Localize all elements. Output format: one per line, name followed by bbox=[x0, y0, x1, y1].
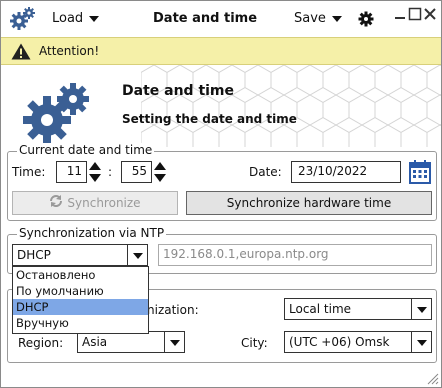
dropdown-option[interactable]: По умолчанию bbox=[13, 283, 148, 299]
window-title: Date and time bbox=[153, 11, 258, 26]
settings-gear-icon[interactable] bbox=[358, 11, 374, 30]
page-header: Date and time Setting the date and time bbox=[1, 65, 441, 147]
timezone-sync-select[interactable]: Local time bbox=[284, 298, 432, 320]
timezone-sync-label: nization: bbox=[147, 303, 199, 317]
save-menu-label: Save bbox=[294, 11, 326, 26]
time-label: Time: bbox=[12, 165, 46, 179]
attention-text: Attention! bbox=[39, 44, 100, 58]
date-field[interactable]: 23/10/2022 bbox=[291, 161, 401, 183]
ntp-mode-select[interactable]: DHCP bbox=[12, 244, 148, 266]
region-value: Asia bbox=[82, 335, 108, 349]
dropdown-option[interactable]: Остановлено bbox=[13, 267, 148, 283]
calendar-icon[interactable] bbox=[409, 160, 431, 187]
header-title: Date and time bbox=[122, 83, 235, 99]
synchronize-button[interactable]: Synchronize bbox=[12, 191, 178, 215]
region-select[interactable]: Asia bbox=[77, 331, 185, 353]
header-gears-icon bbox=[23, 82, 91, 147]
synchronize-button-label: Synchronize bbox=[67, 196, 141, 210]
ntp-mode-value: DHCP bbox=[17, 248, 51, 262]
hours-spinner[interactable] bbox=[88, 161, 102, 183]
chevron-down-icon bbox=[164, 332, 184, 352]
refresh-icon bbox=[49, 193, 63, 215]
load-menu-label: Load bbox=[52, 11, 84, 26]
chevron-down-icon bbox=[89, 15, 100, 22]
spinner-arrows-icon bbox=[154, 162, 166, 182]
chevron-down-icon bbox=[331, 15, 342, 22]
timezone-sync-value: Local time bbox=[289, 302, 352, 316]
dropdown-option-selected[interactable]: DHCP bbox=[13, 299, 148, 315]
ntp-servers-input[interactable]: 192.168.0.1,europa.ntp.org bbox=[158, 244, 432, 266]
header-subtitle: Setting the date and time bbox=[122, 112, 297, 126]
load-menu[interactable]: Load bbox=[52, 11, 100, 26]
chevron-down-icon bbox=[411, 332, 431, 352]
city-select[interactable]: (UTC +06) Omsk bbox=[284, 331, 432, 353]
maximize-icon[interactable] bbox=[408, 7, 422, 21]
hexagon-pattern bbox=[141, 65, 441, 147]
minutes-field[interactable]: 55 bbox=[121, 161, 152, 183]
hours-field[interactable]: 11 bbox=[56, 161, 87, 183]
chevron-down-icon bbox=[127, 245, 147, 265]
minimize-icon[interactable] bbox=[393, 7, 407, 21]
title-bar: Load Date and time Save bbox=[1, 1, 441, 37]
region-label: Region: bbox=[18, 336, 64, 350]
close-icon[interactable] bbox=[423, 7, 437, 21]
date-label: Date: bbox=[249, 165, 282, 179]
ntp-mode-dropdown: Остановлено По умолчанию DHCP Вручную bbox=[12, 266, 149, 334]
current-datetime-legend: Current date and time bbox=[17, 143, 155, 157]
attention-bar: Attention! bbox=[1, 37, 441, 65]
dropdown-option[interactable]: Вручную bbox=[13, 315, 148, 331]
minutes-spinner[interactable] bbox=[153, 161, 167, 183]
date-time-window: Load Date and time Save Attention! Date … bbox=[0, 0, 442, 388]
chevron-down-icon bbox=[411, 299, 431, 319]
warning-icon bbox=[11, 43, 31, 63]
app-gears-icon bbox=[10, 7, 36, 31]
ntp-legend: Synchronization via NTP bbox=[17, 226, 167, 240]
spinner-arrows-icon bbox=[89, 162, 101, 182]
city-value: (UTC +06) Omsk bbox=[289, 335, 390, 349]
resize-grip-icon[interactable] bbox=[425, 371, 439, 388]
save-menu[interactable]: Save bbox=[294, 11, 342, 26]
time-separator: : bbox=[108, 165, 113, 179]
city-label: City: bbox=[241, 336, 268, 350]
synchronize-hardware-time-button[interactable]: Synchronize hardware time bbox=[186, 191, 432, 215]
